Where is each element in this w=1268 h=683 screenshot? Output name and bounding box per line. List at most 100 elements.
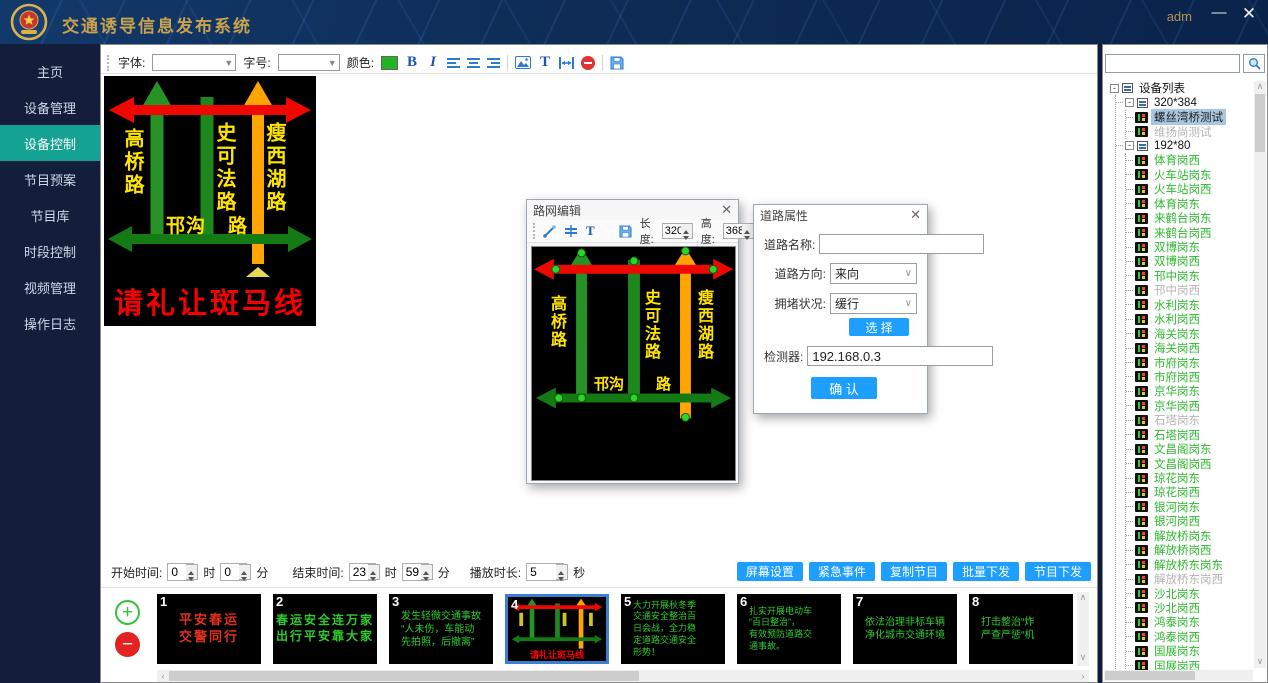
- sidebar-item-主页[interactable]: 主页: [0, 53, 100, 89]
- device-item-沙北岗西[interactable]: 沙北岗西: [1126, 601, 1253, 615]
- save-icon[interactable]: [610, 56, 624, 70]
- device-item-双博岗西[interactable]: 双博岗西: [1126, 254, 1253, 268]
- confirm-button[interactable]: 确 认: [811, 377, 877, 399]
- toolbar-grip[interactable]: [533, 223, 535, 239]
- action-button-屏幕设置[interactable]: 屏幕设置: [737, 562, 803, 581]
- length-stepper[interactable]: [681, 223, 693, 239]
- dialog-titlebar[interactable]: 道路属性 ✕: [754, 205, 927, 225]
- scroll-down-icon[interactable]: ∨: [1254, 656, 1266, 668]
- add-program-button[interactable]: +: [115, 600, 140, 625]
- led-sign-preview[interactable]: 高桥路 史可法路 瘦西湖路 邗沟 路 请礼让斑马线: [104, 76, 316, 326]
- action-button-批量下发[interactable]: 批量下发: [953, 562, 1019, 581]
- tree-horizontal-scrollbar[interactable]: [1104, 670, 1253, 681]
- end-minute-stepper[interactable]: [421, 564, 433, 580]
- scroll-up-icon[interactable]: ∧: [1077, 592, 1089, 604]
- device-item-琼花岗东[interactable]: 琼花岗东: [1126, 471, 1253, 485]
- device-item-体育岗东[interactable]: 体育岗东: [1126, 197, 1253, 211]
- sidebar-item-时段控制[interactable]: 时段控制: [0, 233, 100, 269]
- detector-input[interactable]: [807, 346, 993, 366]
- device-item-石塔岗东[interactable]: 石塔岗东: [1126, 413, 1253, 427]
- toolbar-grip[interactable]: [107, 55, 111, 71]
- device-item-银河岗西[interactable]: 银河岗西: [1126, 514, 1253, 528]
- playlist-item-2[interactable]: 2春运安全连万家出行平安靠大家: [273, 594, 377, 664]
- text-tool-button[interactable]: T: [586, 223, 595, 239]
- device-item-维扬尚测试[interactable]: 维扬尚测试: [1126, 124, 1253, 138]
- text-tool-button[interactable]: T: [538, 54, 552, 71]
- device-item-体育岗西[interactable]: 体育岗西: [1126, 153, 1253, 167]
- device-item-琼花岗西[interactable]: 琼花岗西: [1126, 485, 1253, 499]
- remove-program-button[interactable]: −: [115, 632, 140, 657]
- duration-stepper[interactable]: [556, 564, 568, 580]
- congestion-select[interactable]: 缓行 ∨: [830, 293, 917, 314]
- device-item-邗中岗东[interactable]: 邗中岗东: [1126, 269, 1253, 283]
- minimize-button[interactable]: —: [1208, 4, 1230, 21]
- font-select[interactable]: ▼: [152, 54, 236, 71]
- device-item-国展岗西[interactable]: 国展岗西: [1126, 659, 1253, 671]
- collapse-toggle[interactable]: -: [1125, 141, 1134, 150]
- playlist-item-6[interactable]: 6扎实开展电动车“百日整治”，有效预防道路交通事故。: [737, 594, 841, 664]
- device-item-京华岗东[interactable]: 京华岗东: [1126, 384, 1253, 398]
- align-center-button[interactable]: [467, 57, 480, 68]
- device-item-文昌阁岗东[interactable]: 文昌阁岗东: [1126, 442, 1253, 456]
- device-item-来鹤台岗西[interactable]: 来鹤台岗西: [1126, 225, 1253, 239]
- sidebar-item-节目预案[interactable]: 节目预案: [0, 161, 100, 197]
- device-item-文昌阁岗西[interactable]: 文昌阁岗西: [1126, 456, 1253, 470]
- playlist-item-5[interactable]: 5大力开展秋冬季交通安全整治百日会战，全力稳定道路交通安全形势！: [621, 594, 725, 664]
- device-item-解放桥岗东[interactable]: 解放桥岗东: [1126, 529, 1253, 543]
- tree-group-320*384[interactable]: -320*384: [1116, 95, 1253, 109]
- tree-group-192*80[interactable]: -192*80: [1116, 139, 1253, 153]
- device-item-螺丝湾桥测试[interactable]: 螺丝湾桥测试: [1126, 110, 1253, 124]
- align-left-button[interactable]: [447, 57, 460, 68]
- select-detector-button[interactable]: 选 择: [849, 318, 909, 336]
- device-item-银河岗东[interactable]: 银河岗东: [1126, 500, 1253, 514]
- device-item-海关岗西[interactable]: 海关岗西: [1126, 341, 1253, 355]
- scroll-left-icon[interactable]: ‹: [157, 670, 169, 682]
- device-item-石塔岗西[interactable]: 石塔岗西: [1126, 428, 1253, 442]
- start-minute-stepper[interactable]: [239, 564, 251, 580]
- device-item-解放桥东岗西[interactable]: 解放桥东岗西: [1126, 572, 1253, 586]
- delete-button[interactable]: [581, 56, 595, 70]
- tree-root-device-list[interactable]: -设备列表: [1106, 81, 1253, 95]
- user-name[interactable]: adm: [1167, 9, 1192, 24]
- bold-button[interactable]: B: [405, 54, 419, 71]
- device-item-火车站岗东[interactable]: 火车站岗东: [1126, 168, 1253, 182]
- sidebar-item-操作日志[interactable]: 操作日志: [0, 305, 100, 341]
- sidebar-item-节目库[interactable]: 节目库: [0, 197, 100, 233]
- insert-image-button[interactable]: [515, 56, 531, 69]
- device-item-海关岗东[interactable]: 海关岗东: [1126, 326, 1253, 340]
- playlist-item-7[interactable]: 7依法治理非标车辆净化城市交通环境: [853, 594, 957, 664]
- device-item-鸿泰岗西[interactable]: 鸿泰岗西: [1126, 630, 1253, 644]
- device-item-鸿泰岗东[interactable]: 鸿泰岗东: [1126, 615, 1253, 629]
- search-input[interactable]: [1105, 54, 1240, 73]
- height-stepper[interactable]: [742, 223, 754, 239]
- start-hour-stepper[interactable]: [186, 564, 198, 580]
- device-item-市府岗东[interactable]: 市府岗东: [1126, 355, 1253, 369]
- device-item-解放桥东岗东[interactable]: 解放桥东岗东: [1126, 557, 1253, 571]
- action-button-紧急事件[interactable]: 紧急事件: [809, 562, 875, 581]
- collapse-toggle[interactable]: -: [1125, 98, 1134, 107]
- save-icon[interactable]: [619, 225, 632, 238]
- search-button[interactable]: [1243, 54, 1265, 73]
- playlist-item-8[interactable]: 8打击整治“炸严查严惩“机: [969, 594, 1073, 664]
- scroll-down-icon[interactable]: ∨: [1077, 652, 1089, 664]
- tree-vertical-scrollbar[interactable]: ∧ ∨: [1254, 81, 1266, 668]
- device-item-沙北岗东[interactable]: 沙北岗东: [1126, 586, 1253, 600]
- device-item-国展岗东[interactable]: 国展岗东: [1126, 644, 1253, 658]
- network-edit-canvas[interactable]: 高桥路 史可法路 瘦西湖路 邗沟 路: [531, 246, 736, 481]
- draw-line-tool[interactable]: [543, 225, 556, 238]
- scroll-right-icon[interactable]: ›: [1077, 670, 1089, 682]
- device-item-水利岗西[interactable]: 水利岗西: [1126, 312, 1253, 326]
- scrollbar-thumb[interactable]: [1105, 671, 1195, 680]
- sidebar-item-设备控制[interactable]: 设备控制: [0, 125, 100, 161]
- device-item-水利岗东[interactable]: 水利岗东: [1126, 298, 1253, 312]
- close-button[interactable]: ✕: [1238, 4, 1260, 24]
- direction-select[interactable]: 来向 ∨: [830, 263, 917, 284]
- playlist-horizontal-scrollbar[interactable]: ‹ ›: [157, 670, 1089, 682]
- device-item-火车站岗西[interactable]: 火车站岗西: [1126, 182, 1253, 196]
- dialog-close-icon[interactable]: ✕: [721, 202, 732, 218]
- device-item-双博岗东[interactable]: 双博岗东: [1126, 240, 1253, 254]
- collapse-toggle[interactable]: -: [1110, 84, 1119, 93]
- device-item-来鹤台岗东[interactable]: 来鹤台岗东: [1126, 211, 1253, 225]
- device-item-邗中岗西[interactable]: 邗中岗西: [1126, 283, 1253, 297]
- road-lanes-tool[interactable]: [564, 225, 578, 237]
